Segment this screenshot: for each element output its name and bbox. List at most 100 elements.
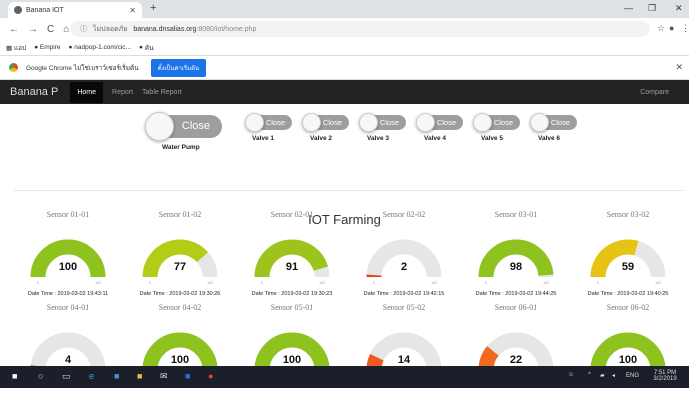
task-view-icon[interactable]: ▭	[62, 371, 71, 382]
chrome-taskbar-icon[interactable]: ●	[208, 371, 213, 381]
profile-avatar[interactable]: ●	[669, 23, 674, 33]
nav-table-report[interactable]: Table Report	[142, 89, 182, 96]
tab-favicon-icon	[14, 6, 22, 14]
browser-tab-strip: Banana IOT ✕ + — ❐ ✕	[0, 0, 689, 18]
tab-close-icon[interactable]: ✕	[129, 6, 136, 15]
sensor-gauge: Sensor 03-01010098Date Time : 2019-03-02…	[464, 210, 568, 300]
gauge-min-label: 0	[485, 281, 487, 285]
people-icon[interactable]: ☺	[568, 372, 574, 378]
security-status: ไม่ปลอดภัย	[93, 24, 127, 35]
sensor-name: Sensor 05-02	[352, 303, 456, 312]
valve-label: Valve 5	[481, 135, 503, 142]
valve-label: Valve 3	[367, 135, 389, 142]
sensor-gauge: Sensor 02-01010091Date Time : 2019-03-02…	[240, 210, 344, 300]
nav-report[interactable]: Report	[112, 89, 133, 96]
new-tab-icon[interactable]: +	[150, 2, 156, 14]
tab-title: Banana IOT	[26, 7, 64, 14]
tray-chevron-icon[interactable]: ^	[588, 372, 591, 378]
gauge-min-label: 0	[149, 281, 151, 285]
sensor-datetime: Date Time : 2019-03-02 19:30:23	[234, 291, 350, 297]
home-icon[interactable]: ⌂	[63, 24, 69, 35]
gauge-min-label: 0	[597, 281, 599, 285]
valve-knob[interactable]	[416, 113, 435, 132]
gauge-max-label: 100	[319, 281, 325, 285]
maximize-icon[interactable]: ❐	[648, 3, 656, 14]
nav-compare[interactable]: Compare	[640, 89, 669, 96]
set-default-button[interactable]: ตั้งเป็นค่าเริ่มต้น	[151, 59, 206, 77]
sensor-value: 77	[128, 261, 232, 273]
gauge-arc: 0100	[140, 227, 220, 285]
start-icon[interactable]: ■	[12, 371, 17, 381]
sensor-gauge: Sensor 01-010100100Date Time : 2019-03-0…	[16, 210, 120, 300]
sensor-datetime: Date Time : 2019-03-02 19:30:26	[122, 291, 238, 297]
gauge-arc: 0100	[476, 227, 556, 285]
valve-knob[interactable]	[359, 113, 378, 132]
valve-label: Valve 4	[424, 135, 446, 142]
sensor-value: 98	[464, 261, 568, 273]
gauge-arc: 0 100	[252, 227, 332, 285]
window-close-icon[interactable]: ✕	[675, 3, 683, 14]
bookmarks-bar: ▦ แอป ● Empire ● nadpop-1.com/cic... ● ค…	[0, 40, 689, 56]
edge-icon[interactable]: e	[89, 371, 94, 381]
infobar-close-icon[interactable]: ✕	[675, 62, 683, 73]
valve-5-toggle[interactable]: CloseValve 5	[474, 113, 532, 148]
language-indicator[interactable]: ENG	[626, 373, 639, 379]
nav-home[interactable]: Home	[70, 82, 103, 103]
gauge-min-label: 0	[261, 281, 263, 285]
gauge-min-label: 0	[373, 281, 375, 285]
chrome-icon	[9, 63, 18, 72]
sensor-value: 59	[576, 261, 680, 273]
forward-icon[interactable]: →	[28, 24, 38, 35]
network-icon[interactable]: ▰	[600, 372, 605, 379]
info-icon[interactable]: ⓘ	[80, 24, 87, 34]
sensor-datetime: Date Time : 2019-03-02 19:40:25	[570, 291, 686, 297]
water-pump-toggle[interactable]: Close Water Pump	[146, 112, 226, 162]
reload-icon[interactable]: C	[47, 24, 54, 35]
sensor-name: Sensor 05-01	[240, 303, 344, 312]
water-pump-knob[interactable]	[145, 112, 174, 141]
infobar-message: Google Chrome ไม่ใช่เบราว์เซอร์เริ่มต้น	[26, 63, 139, 73]
valve-knob[interactable]	[302, 113, 321, 132]
minimize-icon[interactable]: —	[624, 3, 633, 13]
bookmark-other[interactable]: ● คัน	[139, 43, 154, 53]
valve-knob[interactable]	[473, 113, 492, 132]
mail-icon[interactable]: ✉	[160, 371, 168, 382]
sensor-name: Sensor 01-01	[16, 210, 120, 219]
bookmark-star-icon[interactable]: ☆	[657, 23, 665, 34]
valve-label: Valve 6	[538, 135, 560, 142]
app-icon[interactable]: ■	[185, 371, 190, 381]
volume-icon[interactable]: ◂	[612, 372, 615, 379]
menu-dots-icon[interactable]: ⋮	[681, 23, 689, 34]
valve-4-toggle[interactable]: CloseValve 4	[417, 113, 475, 148]
sensor-name: Sensor 02-02	[352, 210, 456, 219]
back-icon[interactable]: ←	[9, 24, 19, 35]
valve-knob[interactable]	[245, 113, 264, 132]
sensor-datetime: Date Time : 2019-03-02 19:42:15	[346, 291, 462, 297]
sensor-name: Sensor 04-02	[128, 303, 232, 312]
store-icon[interactable]: ■	[137, 371, 142, 381]
sensor-gauge: Sensor 01-02010077Date Time : 2019-03-02…	[128, 210, 232, 300]
valve-2-toggle[interactable]: CloseValve 2	[303, 113, 361, 148]
bookmark-empire[interactable]: ● Empire	[34, 44, 60, 51]
file-explorer-icon[interactable]: ■	[114, 371, 119, 381]
sensor-gauge: Sensor 02-0201002Date Time : 2019-03-02 …	[352, 210, 456, 300]
bookmark-nadpop[interactable]: ● nadpop-1.com/cic...	[69, 44, 131, 51]
sensor-name: Sensor 04-01	[16, 303, 120, 312]
valve-1-toggle[interactable]: CloseValve 1	[246, 113, 304, 148]
clock[interactable]: 7:51 PM 3/2/2019	[648, 370, 682, 382]
sensor-name: Sensor 06-01	[464, 303, 568, 312]
sensor-value: 91	[240, 261, 344, 273]
site-brand[interactable]: Banana P	[10, 86, 58, 98]
windows-taskbar: ■ ○ ▭ e ■ ■ ✉ ■ ● ☺ ^ ▰ ◂ ENG 7:51 PM 3/…	[0, 366, 689, 388]
browser-tab[interactable]: Banana IOT ✕	[8, 2, 142, 18]
bookmark-apps[interactable]: ▦ แอป	[6, 43, 26, 53]
address-input[interactable]: ⓘ ไม่ปลอดภัย banana.dnsalias.org:8080/io…	[70, 21, 650, 37]
sensor-value: 4	[16, 354, 120, 366]
valve-knob[interactable]	[530, 113, 549, 132]
valve-6-toggle[interactable]: CloseValve 6	[531, 113, 589, 148]
valve-3-toggle[interactable]: CloseValve 3	[360, 113, 418, 148]
valve-label: Valve 2	[310, 135, 332, 142]
search-icon[interactable]: ○	[38, 371, 43, 381]
clock-date: 3/2/2019	[648, 376, 682, 382]
sensor-name: Sensor 03-02	[576, 210, 680, 219]
